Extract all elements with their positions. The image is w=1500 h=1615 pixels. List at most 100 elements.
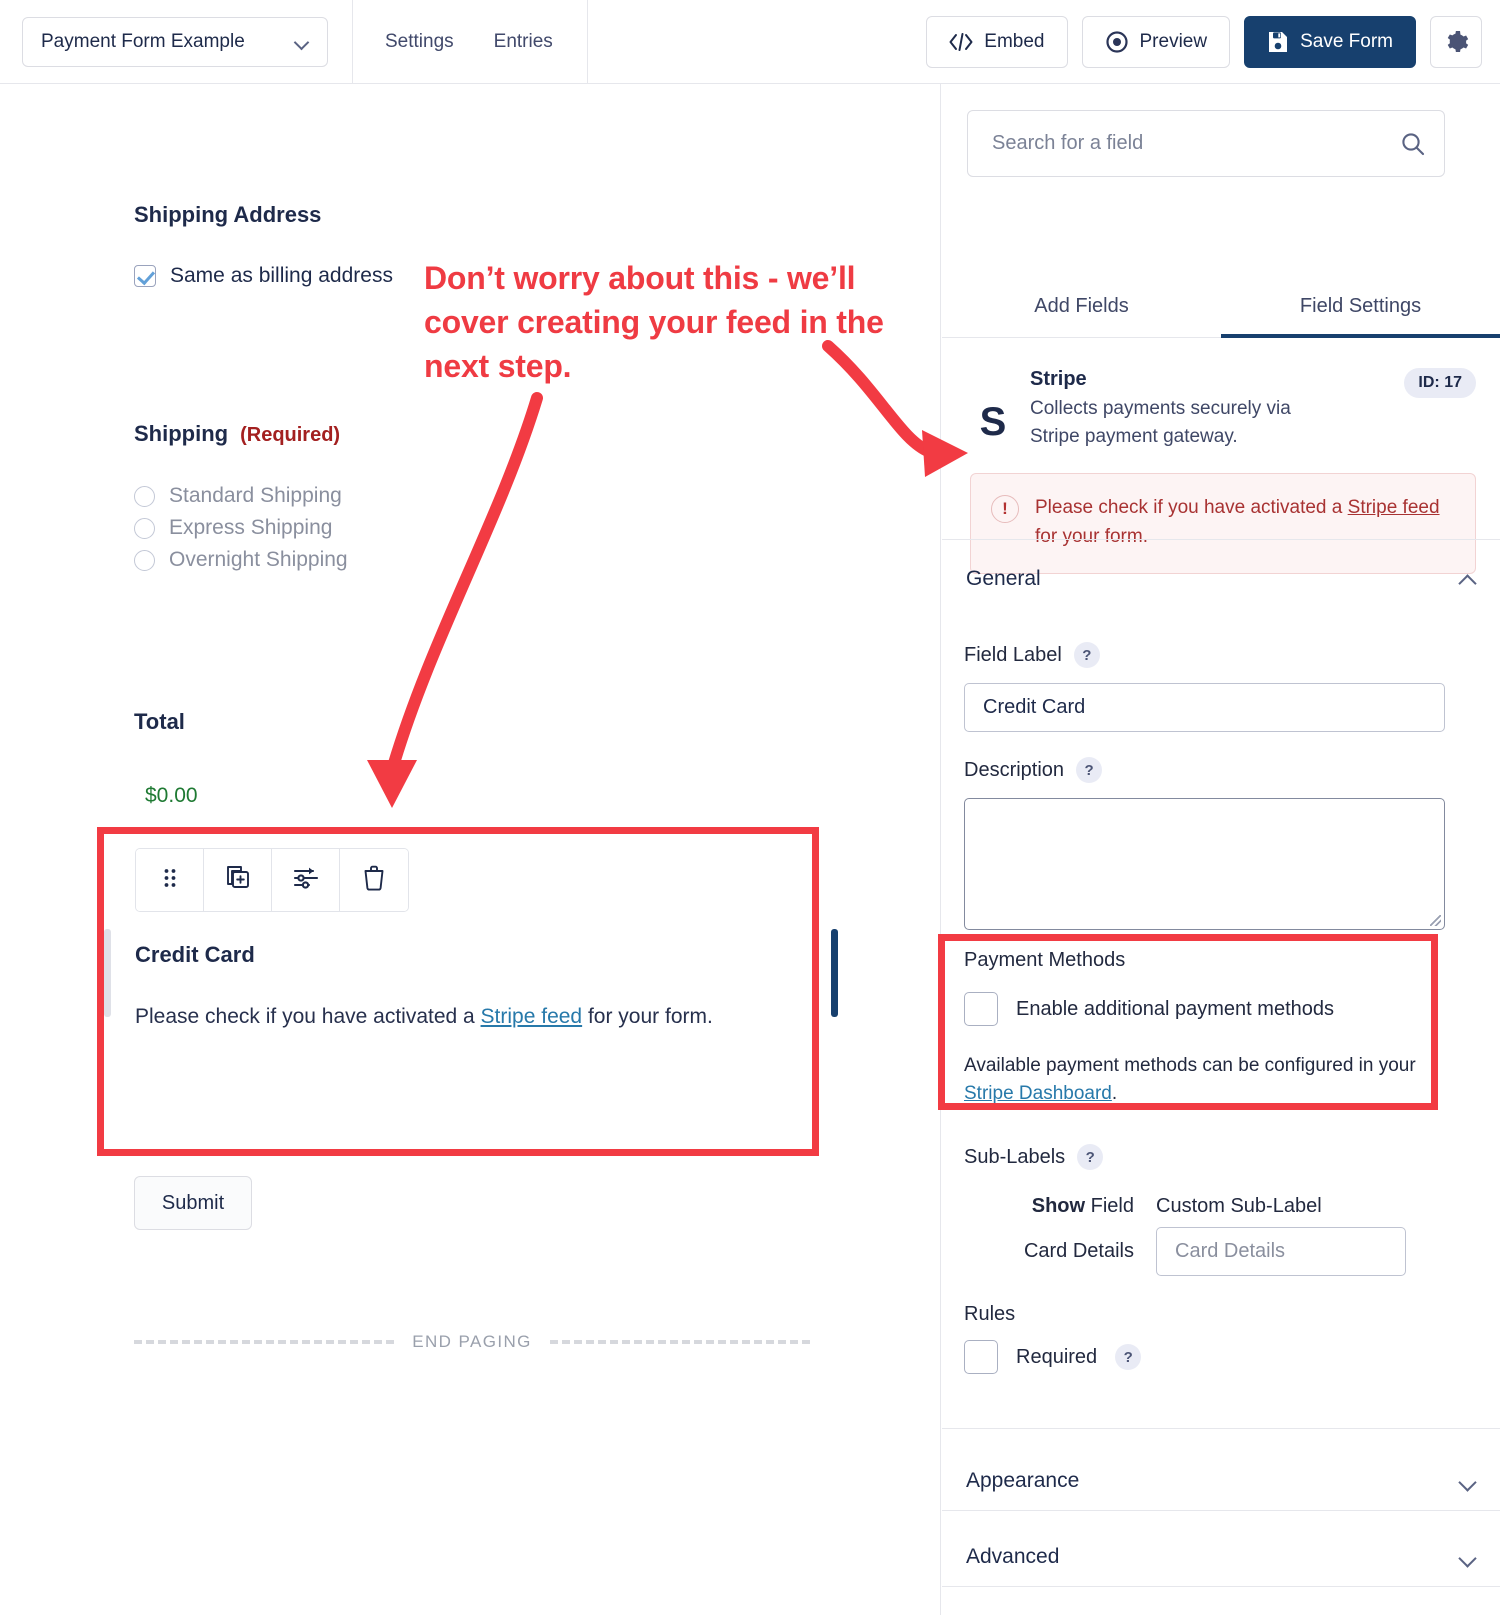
alert-before: Please check if you have activated a	[1035, 497, 1348, 519]
radio-icon[interactable]	[134, 485, 155, 507]
same-as-billing-checkbox[interactable]	[134, 265, 156, 287]
eye-icon	[1105, 30, 1129, 54]
form-name-label: Payment Form Example	[41, 30, 245, 52]
submit-button[interactable]: Submit	[134, 1176, 252, 1230]
alert-exclamation-icon: !	[991, 495, 1019, 524]
enable-additional-payment-methods-row[interactable]: Enable additional payment methods	[964, 992, 1334, 1026]
help-icon[interactable]: ?	[1115, 1344, 1142, 1370]
tab-field-settings[interactable]: Field Settings	[1221, 276, 1500, 338]
sub-label-custom-input[interactable]: Card Details	[1156, 1227, 1406, 1276]
section-advanced-title: Advanced	[966, 1545, 1060, 1568]
chevron-down-icon	[1460, 1473, 1476, 1489]
sub-label-field-name: Card Details	[1023, 1240, 1134, 1262]
same-as-billing-row[interactable]: Same as billing address	[134, 264, 393, 288]
enable-additional-payment-methods-label: Enable additional payment methods	[1016, 997, 1334, 1020]
duplicate-icon	[224, 864, 252, 897]
annotation-line-3: next step.	[424, 348, 572, 385]
stripe-alert-message: Please check if you have activated a Str…	[1035, 494, 1455, 551]
section-general-header[interactable]: General	[966, 567, 1476, 591]
preview-button[interactable]: Preview	[1081, 16, 1231, 68]
description-textarea[interactable]	[964, 798, 1445, 930]
payment-methods-title: Payment Methods	[964, 949, 1126, 971]
tab-label: Field Settings	[1299, 295, 1422, 317]
drag-handle-icon	[162, 867, 178, 894]
cc-desc-before: Please check if you have activated a	[135, 1005, 481, 1028]
stripe-feed-link[interactable]: Stripe feed	[481, 1005, 583, 1028]
shipping-option-label: Express Shipping	[169, 516, 333, 539]
note-after: .	[1111, 1082, 1118, 1104]
divider-dash-left	[134, 1340, 395, 1344]
sub-labels-col-show-field: Show Field	[964, 1195, 1134, 1218]
end-paging-label: END PAGING	[412, 1332, 532, 1351]
chevron-down-icon	[1460, 1549, 1476, 1565]
save-form-button[interactable]: Save Form	[1244, 16, 1416, 68]
embed-button[interactable]: Embed	[926, 16, 1068, 68]
sub-labels-row: Card Details Card Details	[964, 1227, 1464, 1276]
field-selection-bar-right	[831, 929, 838, 1017]
top-actions: Embed Preview Save Form	[926, 0, 1482, 84]
tab-add-fields[interactable]: Add Fields	[942, 276, 1221, 337]
save-form-button-label: Save Form	[1300, 31, 1393, 52]
help-icon[interactable]: ?	[1077, 1144, 1104, 1170]
right-settings-panel: Search for a field Add Fields Field Sett…	[942, 84, 1500, 1615]
field-label-label: Field Label ?	[964, 642, 1100, 668]
required-checkbox[interactable]	[964, 1340, 998, 1374]
shipping-option-label: Overnight Shipping	[169, 548, 348, 571]
submit-button-label: Submit	[161, 1191, 225, 1214]
form-selector-dropdown[interactable]: Payment Form Example	[22, 16, 328, 67]
stripe-title: Stripe	[1030, 368, 1087, 390]
nav-item-settings[interactable]: Settings	[385, 31, 454, 53]
shipping-option-overnight[interactable]: Overnight Shipping	[134, 548, 348, 572]
radio-icon[interactable]	[134, 549, 155, 571]
sub-labels-col-custom: Custom Sub-Label	[1156, 1195, 1322, 1217]
field-selection-bar-left	[104, 929, 111, 1017]
nav-item-entries[interactable]: Entries	[494, 31, 553, 53]
stripe-feed-link[interactable]: Stripe feed	[1348, 497, 1440, 518]
credit-card-field-block[interactable]: Credit Card Please check if you have act…	[104, 844, 838, 1084]
search-icon	[1400, 131, 1426, 157]
annotation-line-2: cover creating your feed in the	[424, 304, 884, 341]
shipping-option-express[interactable]: Express Shipping	[134, 516, 348, 540]
code-brackets-icon	[949, 33, 973, 51]
section-divider	[942, 1510, 1500, 1511]
top-toolbar: Payment Form Example Settings Entries Em…	[0, 0, 1500, 84]
help-icon[interactable]: ?	[1073, 642, 1100, 668]
credit-card-field-description: Please check if you have activated a Str…	[135, 1002, 825, 1031]
settings-sliders-icon	[292, 865, 320, 896]
drag-handle-button[interactable]	[136, 849, 204, 911]
required-rule-row[interactable]: Required ?	[964, 1340, 1142, 1374]
stripe-description: Collects payments securely via Stripe pa…	[1030, 398, 1291, 448]
payment-methods-note: Available payment methods can be configu…	[964, 1052, 1454, 1107]
section-appearance-title: Appearance	[966, 1469, 1080, 1492]
trash-icon	[361, 864, 387, 897]
delete-field-button[interactable]	[340, 849, 408, 911]
note-before: Available payment methods can be configu…	[964, 1055, 1416, 1076]
stripe-feed-alert: ! Please check if you have activated a S…	[970, 473, 1476, 575]
shipping-heading: Shipping	[134, 421, 229, 446]
required-label: Required	[1016, 1345, 1098, 1368]
form-settings-gear-button[interactable]	[1430, 16, 1482, 68]
enable-additional-payment-methods-checkbox[interactable]	[964, 992, 998, 1026]
duplicate-field-button[interactable]	[204, 849, 272, 911]
field-settings-button[interactable]	[272, 849, 340, 911]
field-id-badge: ID: 17	[1404, 368, 1476, 398]
search-input[interactable]: Search for a field	[992, 132, 1400, 155]
stripe-dashboard-link[interactable]: Stripe Dashboard	[964, 1083, 1112, 1104]
total-heading: Total	[134, 709, 185, 734]
section-appearance-header[interactable]: Appearance	[966, 1469, 1476, 1493]
help-icon[interactable]: ?	[1076, 757, 1103, 783]
embed-button-label: Embed	[984, 31, 1045, 52]
chevron-down-icon	[295, 34, 311, 50]
field-search-box[interactable]: Search for a field	[967, 110, 1445, 177]
description-label: Description ?	[964, 757, 1103, 783]
field-label-input[interactable]: Credit Card	[964, 683, 1445, 732]
shipping-option-standard[interactable]: Standard Shipping	[134, 484, 348, 508]
same-as-billing-label: Same as billing address	[170, 264, 393, 287]
cc-desc-after: for your form.	[582, 1005, 713, 1028]
radio-icon[interactable]	[134, 517, 155, 539]
panel-tabs: Add Fields Field Settings	[942, 276, 1500, 338]
tab-label: Add Fields	[1034, 295, 1129, 317]
section-advanced-header[interactable]: Advanced	[966, 1545, 1476, 1569]
field-label-value: Credit Card	[983, 696, 1086, 718]
total-amount: $0.00	[145, 784, 198, 807]
